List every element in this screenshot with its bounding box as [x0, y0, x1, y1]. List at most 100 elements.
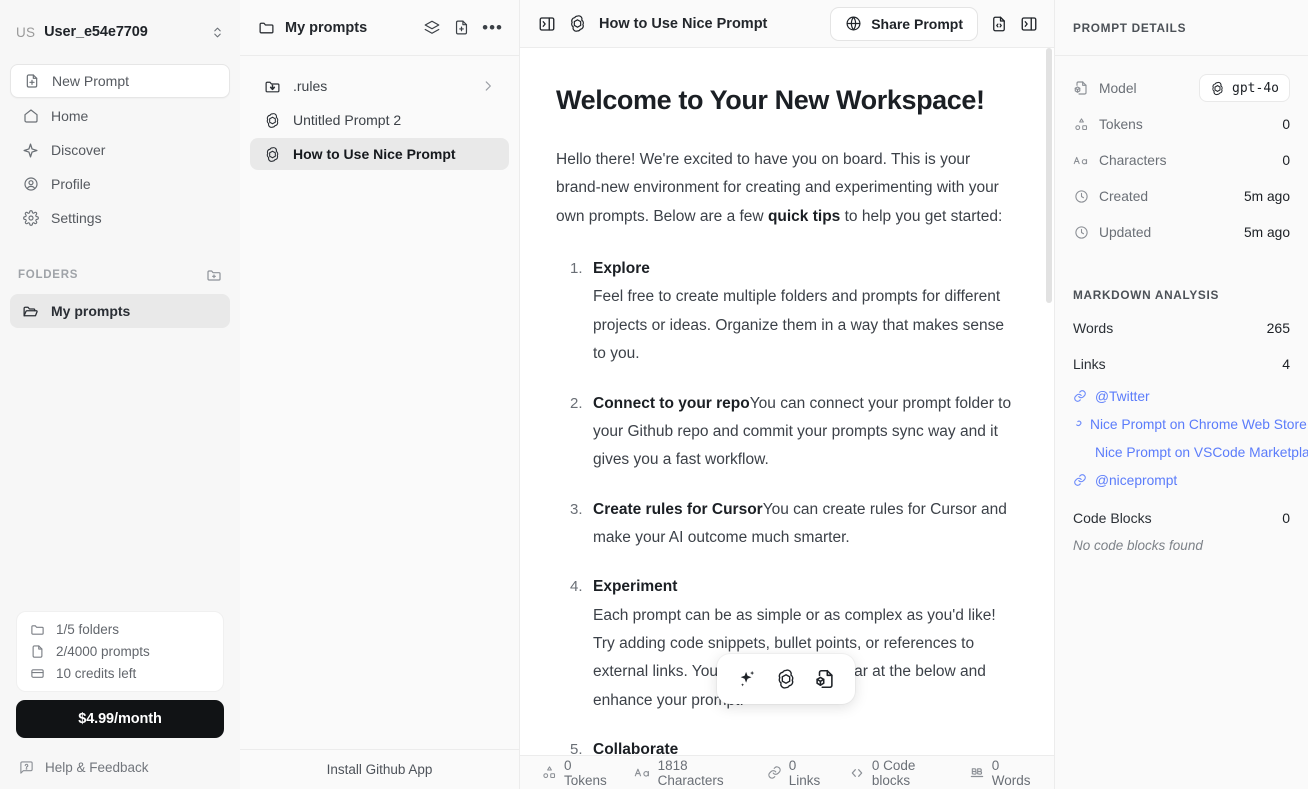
folder-plus-icon[interactable]: [206, 267, 222, 283]
intro-text-b: to help you get started:: [840, 207, 1003, 225]
document-scroll-area[interactable]: Welcome to Your New Workspace! Hello the…: [520, 48, 1054, 756]
detail-value: 0: [1282, 152, 1290, 168]
folder-icon: [29, 622, 45, 637]
prompt-details-title: PROMPT DETAILS: [1073, 20, 1187, 35]
editor-panel: How to Use Nice Prompt Share Prompt Welc…: [520, 0, 1055, 789]
sidebar-folder-my-prompts[interactable]: My prompts: [10, 294, 230, 328]
detail-label: Updated: [1099, 224, 1152, 240]
sparkles-icon[interactable]: [736, 668, 758, 690]
status-label: 0 Links: [788, 757, 821, 788]
detail-label: Model: [1099, 80, 1137, 96]
link-item[interactable]: Nice Prompt on VSCode Marketplace: [1073, 440, 1308, 464]
markdown-links-label: Links: [1073, 356, 1106, 372]
document-heading: Welcome to Your New Workspace!: [556, 85, 985, 116]
markdown-code-blocks-row: Code Blocks 0: [1073, 500, 1290, 536]
app-root: US User_e54e7709 New Prompt Home Discove…: [0, 0, 1308, 789]
list-item-untitled-prompt-2[interactable]: Untitled Prompt 2: [250, 104, 509, 136]
quota-label: 10 credits left: [56, 666, 137, 681]
detail-row-updated: Updated 5m ago: [1073, 214, 1290, 250]
chevron-up-down-icon[interactable]: [211, 26, 224, 39]
markdown-words-row: Words 265: [1073, 310, 1290, 346]
document-body: Welcome to Your New Workspace! Hello the…: [520, 48, 1054, 755]
folder-icon: [258, 19, 275, 36]
document-scrollbar[interactable]: [1046, 48, 1052, 304]
list-item-label: How to Use Nice Prompt: [293, 146, 456, 162]
panel-right-icon[interactable]: [1020, 15, 1038, 33]
link-item[interactable]: Nice Prompt on Chrome Web Store: [1073, 412, 1307, 436]
file-code-icon[interactable]: [990, 15, 1008, 33]
sidebar-item-home[interactable]: Home: [10, 100, 230, 132]
link-icon: [767, 765, 782, 780]
sidebar-item-settings[interactable]: Settings: [10, 202, 230, 234]
link-item[interactable]: @Twitter: [1073, 384, 1290, 408]
intro-bold: quick tips: [767, 207, 841, 225]
credit-card-icon: [29, 666, 45, 681]
folder-down-icon: [264, 78, 281, 95]
openai-icon: [264, 146, 281, 163]
status-label: 1818 Characters: [657, 757, 724, 788]
sidebar-item-new-prompt[interactable]: New Prompt: [10, 64, 230, 98]
editor-header: How to Use Nice Prompt Share Prompt: [520, 0, 1054, 49]
panel-left-icon[interactable]: [538, 15, 556, 33]
quota-folders: 1/5 folders: [29, 622, 211, 637]
code-blocks-label: Code Blocks: [1073, 510, 1152, 526]
quota-label: 2/4000 prompts: [56, 644, 150, 659]
status-characters: 1818 Characters: [634, 758, 741, 788]
sidebar-item-profile[interactable]: Profile: [10, 168, 230, 200]
document-intro-paragraph: Hello there! We're excited to have you o…: [556, 146, 1018, 231]
prompt-details-panel: PROMPT DETAILS Model gpt-4o Tokens 0 Cha…: [1055, 0, 1308, 789]
prompt-list-title: My prompts: [285, 19, 368, 36]
share-prompt-button[interactable]: Share Prompt: [830, 6, 978, 41]
sidebar-item-discover[interactable]: Discover: [10, 134, 230, 166]
link-item[interactable]: @niceprompt: [1073, 468, 1290, 492]
tip-title: Explore: [593, 260, 650, 278]
install-github-app-button[interactable]: Install Github App: [240, 749, 519, 789]
detail-label: Created: [1099, 188, 1149, 204]
tip-title: Collaborate: [593, 741, 679, 756]
list-item-rules-folder[interactable]: .rules: [250, 70, 509, 102]
layers-icon[interactable]: [423, 19, 441, 37]
share-prompt-label: Share Prompt: [871, 15, 963, 32]
tip-body: Feel free to create multiple folders and…: [593, 288, 1004, 363]
help-and-feedback[interactable]: Help & Feedback: [16, 760, 224, 775]
detail-row-characters: Characters 0: [1073, 142, 1290, 178]
tip-title: Create rules for Cursor: [593, 500, 763, 518]
status-tokens: 0 Tokens: [542, 758, 608, 788]
file-box-icon[interactable]: [814, 668, 836, 690]
openai-icon: [1210, 81, 1225, 96]
tip-item-1: Explore Feel free to create multiple fold…: [556, 255, 1018, 368]
account-switcher[interactable]: US User_e54e7709: [0, 0, 240, 64]
code-icon: [849, 765, 865, 781]
home-icon: [22, 108, 39, 124]
status-label: 0 Tokens: [564, 757, 607, 788]
status-links: 0 Links: [767, 758, 823, 788]
tip-item-3: Create rules for CursorYou can create ru…: [556, 496, 1018, 553]
openai-icon[interactable]: [775, 668, 797, 690]
status-label: 0 Code blocks: [871, 757, 916, 788]
model-badge[interactable]: gpt-4o: [1199, 74, 1290, 102]
prompt-list-panel: My prompts ••• .rules Untitled Prompt 2 …: [240, 0, 520, 789]
markdown-links-row: Links 4: [1073, 346, 1290, 382]
prompt-details-body: Model gpt-4o Tokens 0 Characters 0 Creat…: [1055, 56, 1308, 553]
link-label: @Twitter: [1095, 388, 1150, 404]
folders-section-header: FOLDERS: [0, 262, 240, 288]
link-label: Nice Prompt on VSCode Marketplace: [1095, 444, 1308, 460]
help-label: Help & Feedback: [45, 760, 149, 775]
link-tiny-icon: [1073, 420, 1082, 429]
sidebar-item-label: Home: [51, 108, 89, 124]
sidebar-item-label: Profile: [51, 176, 91, 192]
subscribe-button[interactable]: $4.99/month: [16, 700, 224, 738]
file-plus-icon[interactable]: [453, 19, 470, 36]
chevron-right-icon[interactable]: [481, 79, 495, 93]
detail-row-tokens: Tokens 0: [1073, 106, 1290, 142]
markdown-words-value: 265: [1266, 320, 1290, 336]
ellipsis-icon[interactable]: •••: [482, 19, 503, 36]
detail-value: 5m ago: [1243, 224, 1290, 240]
sidebar-item-label: Settings: [51, 210, 102, 226]
detail-row-model: Model gpt-4o: [1073, 70, 1290, 106]
status-words: 0 Words: [969, 758, 1032, 788]
tip-item-5: CollaborateIf you choose to share your p…: [556, 736, 1018, 755]
quota-card: 1/5 folders 2/4000 prompts 10 credits le…: [16, 611, 224, 692]
list-item-how-to-use-nice-prompt[interactable]: How to Use Nice Prompt: [250, 138, 509, 170]
prompt-list-header: My prompts •••: [240, 0, 519, 56]
